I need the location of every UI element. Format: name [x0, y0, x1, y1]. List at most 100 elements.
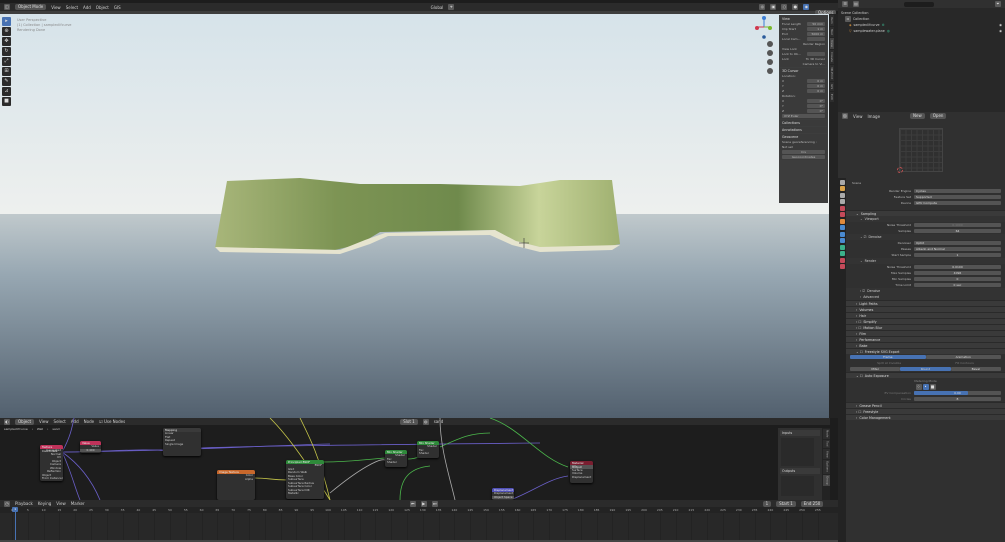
modifier-tab-icon[interactable] [839, 225, 845, 230]
editor-type-icon[interactable]: ☰ [842, 1, 848, 7]
camera-to-view-checkbox[interactable]: Camera to Vi... [803, 62, 825, 66]
node-value[interactable]: Value Value 0.400 [80, 441, 101, 453]
viewport-samples[interactable]: 64 [914, 228, 1001, 234]
outliner-item-samplewater[interactable]: ▽ samplewater.plane ◍ ◉ [841, 28, 1002, 34]
mode-selector[interactable]: Object Mode [15, 4, 47, 10]
cursor-rot-y[interactable]: 0° [807, 103, 825, 108]
render-region-checkbox[interactable]: Render Region [803, 42, 825, 46]
lock-to-cursor-checkbox[interactable]: To 3D Cursor [806, 57, 825, 61]
menu-marker[interactable]: Marker [71, 501, 85, 506]
tab-gis[interactable]: GIS [830, 81, 834, 92]
measure-tool[interactable]: ⊿ [2, 87, 11, 96]
particles-tab-icon[interactable] [839, 231, 845, 237]
select-box-tool[interactable]: ▸ [2, 17, 11, 26]
keyframe-area[interactable] [0, 513, 838, 540]
circles-field[interactable]: 8 [914, 396, 1001, 402]
snap-icon[interactable]: ⌖ [448, 4, 455, 10]
min-samples-field[interactable]: 0 [914, 276, 1001, 282]
constraints-tab-icon[interactable] [839, 244, 845, 250]
outputs-panel[interactable]: Outputs [780, 468, 820, 474]
menu-image[interactable]: Image [868, 114, 881, 119]
metallic-field[interactable]: Metallic [286, 492, 324, 496]
playhead-frame-label[interactable]: 1 [12, 507, 19, 512]
clip-end-field[interactable]: 5000 m [807, 31, 825, 36]
menu-view[interactable]: View [56, 501, 66, 506]
shader-editor[interactable]: ◐ Object View Select Add Node ☑ Use Node… [0, 418, 830, 500]
shading-render-icon[interactable]: ◉ [803, 4, 810, 10]
rotate-tool[interactable]: ↻ [2, 47, 11, 56]
tab-edit[interactable]: Edit [830, 92, 834, 102]
outputs-list[interactable] [781, 476, 814, 496]
lock-object-field[interactable] [807, 51, 825, 56]
3d-viewport[interactable]: User Perspective (1) Collection | sample… [0, 14, 829, 418]
tab-3d-print[interactable]: 3D-Print [830, 64, 834, 81]
node-mapping[interactable]: Mapping Linear Flat Repeat Single Image [163, 428, 201, 456]
crs-field[interactable]: Crs [782, 149, 825, 154]
annotations-panel[interactable]: Annotations [780, 127, 827, 133]
ev-compensation-slider[interactable]: 0.00 [914, 390, 1001, 396]
rotation-mode-dropdown[interactable]: XYZ Euler [782, 113, 825, 118]
menu-object[interactable]: Object [96, 5, 109, 10]
tab-view[interactable]: View [830, 37, 834, 49]
viewport-noise-threshold[interactable]: 0.1000 [914, 222, 1001, 228]
shading-wire-icon[interactable]: ○ [781, 4, 788, 10]
local-camera-field[interactable] [807, 36, 825, 41]
node-option[interactable]: Single Image [163, 443, 201, 447]
world-tab-icon[interactable] [839, 212, 845, 217]
focal-length-field[interactable]: 50 mm [807, 21, 825, 26]
metering-center-icon[interactable]: • [922, 384, 929, 390]
join-round[interactable]: Round [900, 366, 951, 372]
node-texture-coordinate[interactable]: Texture Coordinate Generated Normal UV O… [40, 445, 63, 481]
tab-tool[interactable]: Tool [822, 439, 830, 449]
scale-tool[interactable]: ⤢ [2, 57, 11, 66]
denoiser-dropdown[interactable]: OptiX [914, 240, 1001, 246]
data-tab-icon[interactable] [839, 251, 845, 256]
menu-keying[interactable]: Keying [38, 501, 51, 506]
transform-orientation[interactable]: Global [431, 5, 444, 10]
split-invisible-checkbox[interactable]: Split at Invisible [877, 361, 901, 365]
visibility-eye-icon[interactable]: ◉ [999, 29, 1002, 33]
menu-view[interactable]: View [51, 5, 61, 10]
node-image-texture[interactable]: Image Texture Color Alpha [217, 470, 255, 500]
new-image-button[interactable]: New [910, 113, 925, 119]
fill-contours-checkbox[interactable]: Fill Contours [955, 361, 974, 365]
passes-dropdown[interactable]: Albedo and Normal [914, 246, 1001, 252]
feature-set-dropdown[interactable]: Supported [914, 194, 1001, 200]
play-icon[interactable]: ▶ [420, 500, 427, 507]
cursor-rot-z[interactable]: 0° [807, 108, 825, 113]
current-frame-field[interactable]: 1 [762, 500, 772, 507]
clip-start-field[interactable]: 1 m [807, 26, 825, 31]
svg-animation-toggle[interactable]: Animation [925, 354, 1001, 360]
node-mix-shader-2[interactable]: Mix Shader Shader Fac Shader [417, 441, 439, 458]
join-miter[interactable]: Miter [850, 366, 901, 372]
menu-playback[interactable]: Playback [15, 501, 33, 506]
inputs-list[interactable] [781, 438, 814, 466]
max-samples-field[interactable]: 4096 [914, 270, 1001, 276]
overlay-icon[interactable]: ◎ [759, 4, 766, 10]
color-management-panel[interactable]: › Color Management [846, 414, 1005, 420]
collections-panel[interactable]: Collections [780, 120, 827, 126]
end-frame-field[interactable]: End 250 [800, 500, 824, 507]
metering-average-icon[interactable]: ⁘ [915, 384, 922, 390]
cursor-z[interactable]: 0 m [807, 88, 825, 93]
add-cube-tool[interactable]: ■ [2, 97, 11, 106]
metering-spot-icon[interactable]: ■ [929, 384, 936, 390]
device-dropdown[interactable]: GPU Compute [914, 200, 1001, 206]
menu-gis[interactable]: GIS [114, 5, 121, 10]
inputs-panel[interactable]: Inputs [780, 430, 820, 436]
cursor-tool[interactable]: ⊕ [2, 27, 11, 36]
node-displacement[interactable]: Displacement Displacement Object Space [492, 488, 514, 500]
editor-type-icon[interactable]: ◷ [4, 500, 10, 507]
from-instancer-checkbox[interactable]: From Instancer [40, 477, 63, 481]
view-lock-subpanel[interactable]: View Lock [782, 47, 797, 51]
open-image-button[interactable]: Open [929, 113, 947, 119]
node-material-output[interactable]: Material Output All Surface Volume Displ… [570, 461, 593, 483]
cursor-x[interactable]: 0 m [807, 78, 825, 83]
space-dropdown[interactable]: Object Space [492, 495, 514, 499]
filter-icon[interactable]: ⏷ [995, 1, 1001, 7]
tool-tab-icon[interactable] [839, 179, 845, 185]
xray-icon[interactable]: ▣ [770, 4, 777, 10]
menu-add[interactable]: Add [83, 5, 91, 10]
editor-type-icon[interactable]: ◫ [4, 4, 10, 10]
annotate-tool[interactable]: ✎ [2, 77, 11, 86]
